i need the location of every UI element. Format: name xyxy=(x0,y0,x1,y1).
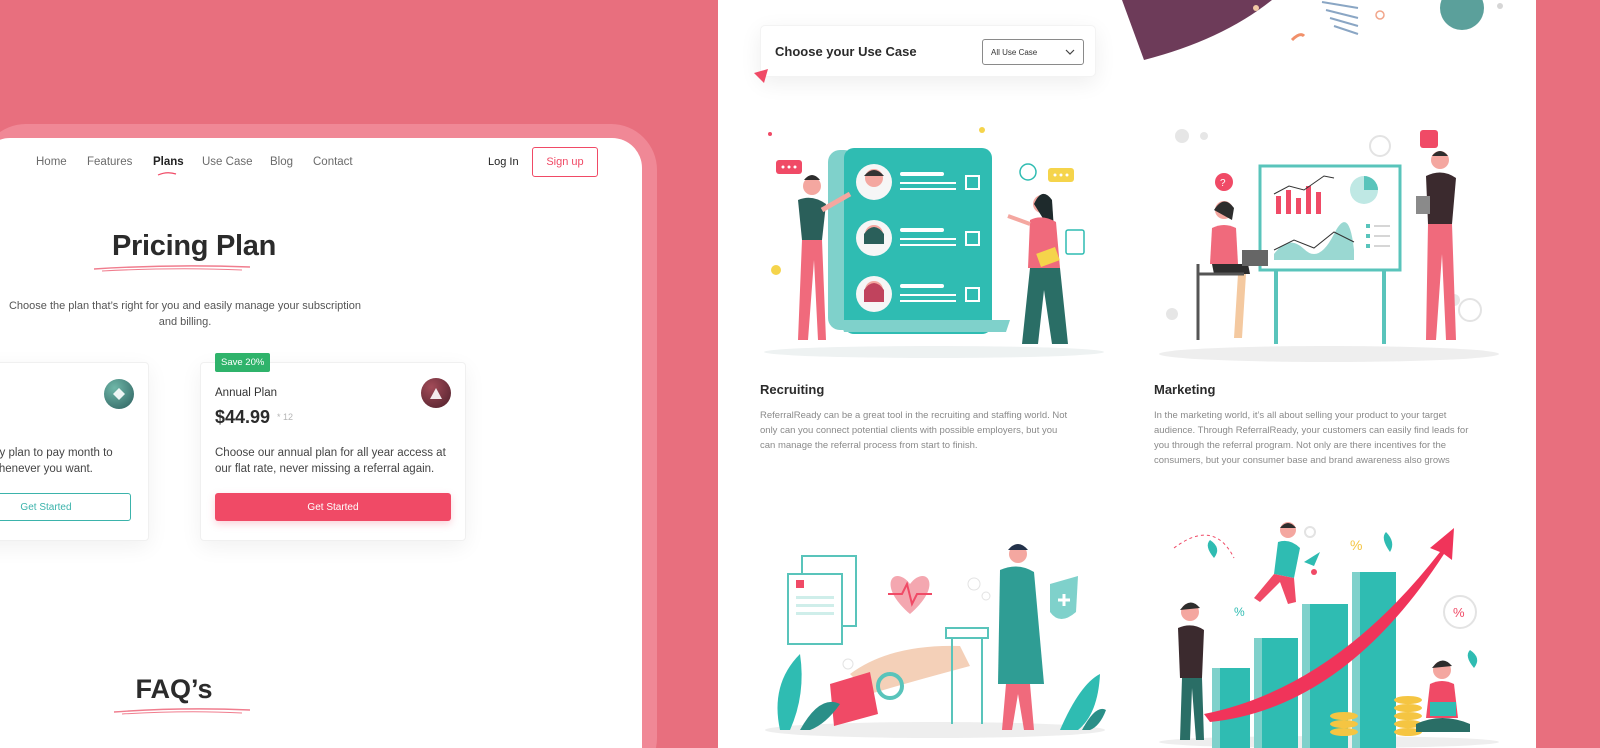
plan-desc-line: g whenever you want. xyxy=(0,463,93,475)
marketing-title: Marketing xyxy=(1154,382,1216,397)
title-underline xyxy=(93,265,251,272)
plan-price: $44.99 xyxy=(215,407,271,427)
top-navigation: Home Features Plans Use Case Blog Contac… xyxy=(0,138,642,188)
use-case-label: Choose your Use Case xyxy=(775,44,917,59)
nav-active-underline xyxy=(157,172,177,176)
description-line: you through the referral program. Not on… xyxy=(1154,440,1447,451)
description-line: can manage the referral process from sta… xyxy=(760,440,978,451)
plan-name: Annual Plan xyxy=(215,387,278,399)
marketing-description: In the marketing world, it’s all about s… xyxy=(1154,408,1504,468)
nav-features[interactable]: Features xyxy=(87,156,132,168)
description-line: only can you connect potential clients w… xyxy=(760,425,1058,436)
plan-desc-line: nthly plan to pay month to xyxy=(0,447,113,459)
growth-illustration: % % % xyxy=(1159,522,1499,748)
nav-plans[interactable]: Plans xyxy=(153,156,184,168)
chevron-down-icon xyxy=(1065,49,1075,55)
recruiting-title: Recruiting xyxy=(760,382,825,397)
svg-text:%: % xyxy=(1234,605,1245,619)
get-started-button[interactable]: Get Started xyxy=(215,493,451,521)
nav-home[interactable]: Home xyxy=(36,156,67,168)
annual-plan-card: Save 20% Annual Plan $44.99 * 12 Choose … xyxy=(200,353,466,541)
recruiting-illustration xyxy=(764,127,1104,358)
plan-description: Choose our annual plan for all year acce… xyxy=(215,445,451,477)
description-line: In the marketing world, it’s all about s… xyxy=(1154,410,1447,421)
get-started-button[interactable]: Get Started xyxy=(0,493,131,521)
description-line: consumers, but your consumer base and br… xyxy=(1154,455,1450,466)
signup-button[interactable]: Sign up xyxy=(532,147,598,177)
dropdown-value: All Use Case xyxy=(991,48,1038,57)
svg-text:%: % xyxy=(1350,537,1362,553)
svg-text:?: ? xyxy=(1220,178,1226,189)
login-link[interactable]: Log In xyxy=(488,156,519,168)
use-case-page: Choose your Use Case All Use Case Recrui… xyxy=(718,0,1536,748)
triangle-decoration xyxy=(754,69,768,83)
header-decoration-graphic xyxy=(1122,0,1503,60)
save-badge: Save 20% xyxy=(215,353,271,372)
page-subtitle: Choose the plan that’s right for you and… xyxy=(0,298,380,330)
diamond-icon xyxy=(104,379,134,409)
nav-blog[interactable]: Blog xyxy=(270,156,293,168)
monthly-plan-card: nth nthly plan to pay month to g wheneve… xyxy=(0,362,149,541)
description-line: ReferralReady can be a great tool in the… xyxy=(760,410,1068,421)
plan-desc-line: Choose our annual plan for all year acce… xyxy=(215,447,446,459)
healthcare-illustration xyxy=(765,544,1106,738)
price-suffix: * 12 xyxy=(277,412,294,422)
triangle-icon xyxy=(421,378,451,408)
subtitle-line: Choose the plan that’s right for you and… xyxy=(8,300,361,312)
nav-contact[interactable]: Contact xyxy=(313,156,353,168)
nav-use-case[interactable]: Use Case xyxy=(202,156,253,168)
faq-title: FAQ’s xyxy=(135,674,213,704)
plan-desc-line: our flat rate, never missing a referral … xyxy=(215,463,435,475)
use-case-dropdown[interactable]: All Use Case xyxy=(982,39,1084,65)
page-title: Pricing Plan xyxy=(112,230,276,262)
description-line: audience. Through ReferralReady, your cu… xyxy=(1154,425,1469,436)
marketing-illustration: ? xyxy=(1159,129,1499,362)
faq-underline xyxy=(113,708,251,715)
pricing-page: Home Features Plans Use Case Blog Contac… xyxy=(0,138,642,748)
recruiting-description: ReferralReady can be a great tool in the… xyxy=(760,408,1100,453)
subtitle-line: and billing. xyxy=(158,316,212,328)
use-case-selector: Choose your Use Case All Use Case xyxy=(760,25,1096,77)
svg-text:%: % xyxy=(1453,605,1465,620)
